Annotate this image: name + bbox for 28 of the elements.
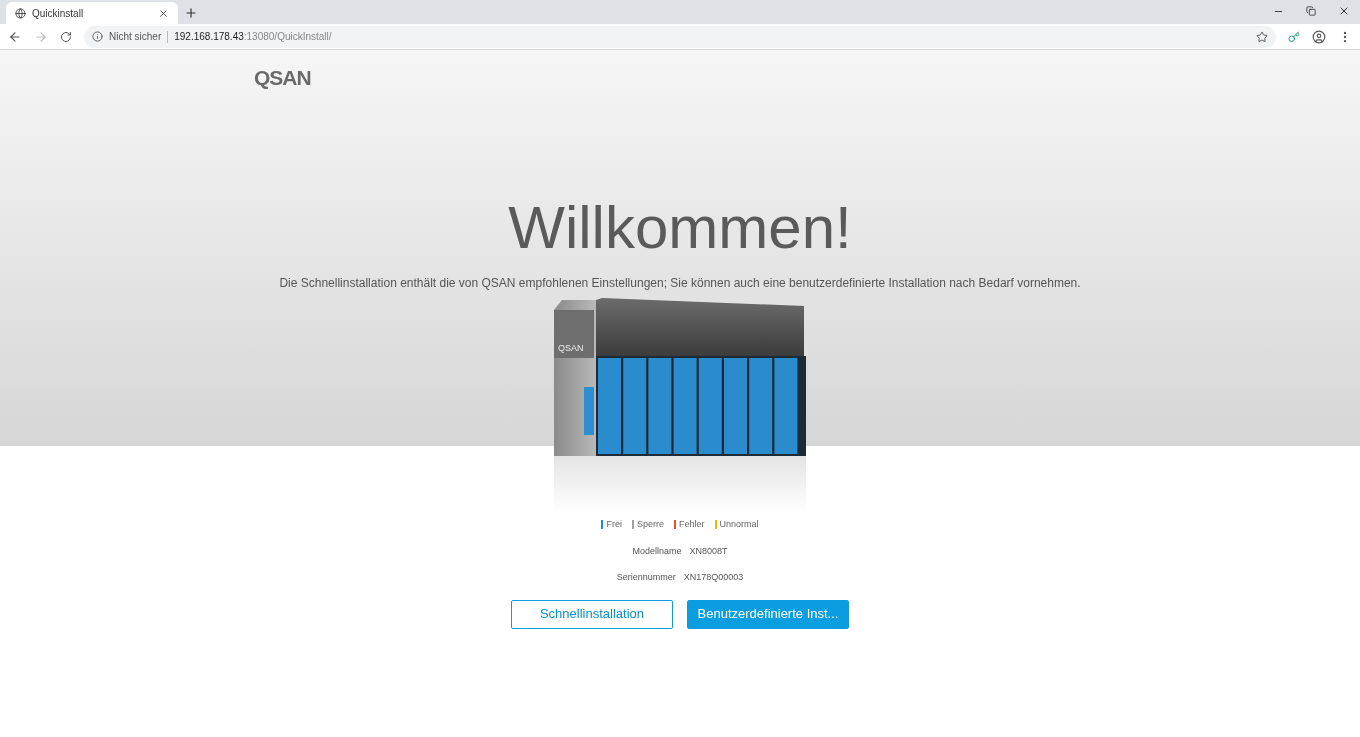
welcome-heading: Willkommen! xyxy=(508,193,852,263)
reload-icon[interactable] xyxy=(60,30,72,43)
address-bar[interactable]: Nicht sicher 192.168.178.43:13080/QuickInstall/ xyxy=(84,25,1276,48)
close-window-icon[interactable] xyxy=(1338,5,1350,17)
close-tab-icon[interactable] xyxy=(158,7,169,19)
legend-label: Sperre xyxy=(636,518,664,531)
bookmark-star-icon[interactable] xyxy=(1256,30,1268,43)
security-label: Nicht sicher xyxy=(109,30,162,44)
device-label: QSAN xyxy=(558,343,584,353)
qsan-logo: QSAN xyxy=(254,66,311,89)
key-icon[interactable] xyxy=(1288,30,1300,43)
browser-tab[interactable]: Quickinstall xyxy=(6,2,178,24)
legend-label: Fehler xyxy=(679,518,705,531)
profile-icon[interactable] xyxy=(1312,29,1326,44)
back-icon[interactable] xyxy=(8,29,22,44)
info-icon xyxy=(92,31,103,42)
legend-label: Unnormal xyxy=(719,518,759,531)
quick-install-button[interactable]: Schnellinstallation xyxy=(511,599,673,629)
info-label: Modellname xyxy=(632,544,682,558)
info-value: XN8008T xyxy=(689,544,728,558)
globe-icon xyxy=(15,7,26,19)
info-value: XN178Q00003 xyxy=(683,571,744,584)
restore-icon[interactable] xyxy=(1306,6,1316,16)
new-tab-icon[interactable] xyxy=(184,6,198,20)
info-label: Seriennummer xyxy=(616,571,676,584)
legend-label: Frei xyxy=(606,518,622,531)
url-text: 192.168.178.43:13080/QuickInstall/ xyxy=(174,30,332,44)
description-text: Die Schnellinstallation enthält die von QSAN empfohlenen Einstellungen; Sie können auch eine benutzerdefinierte Installation nach Bedarf vornehmen. xyxy=(279,275,1081,292)
